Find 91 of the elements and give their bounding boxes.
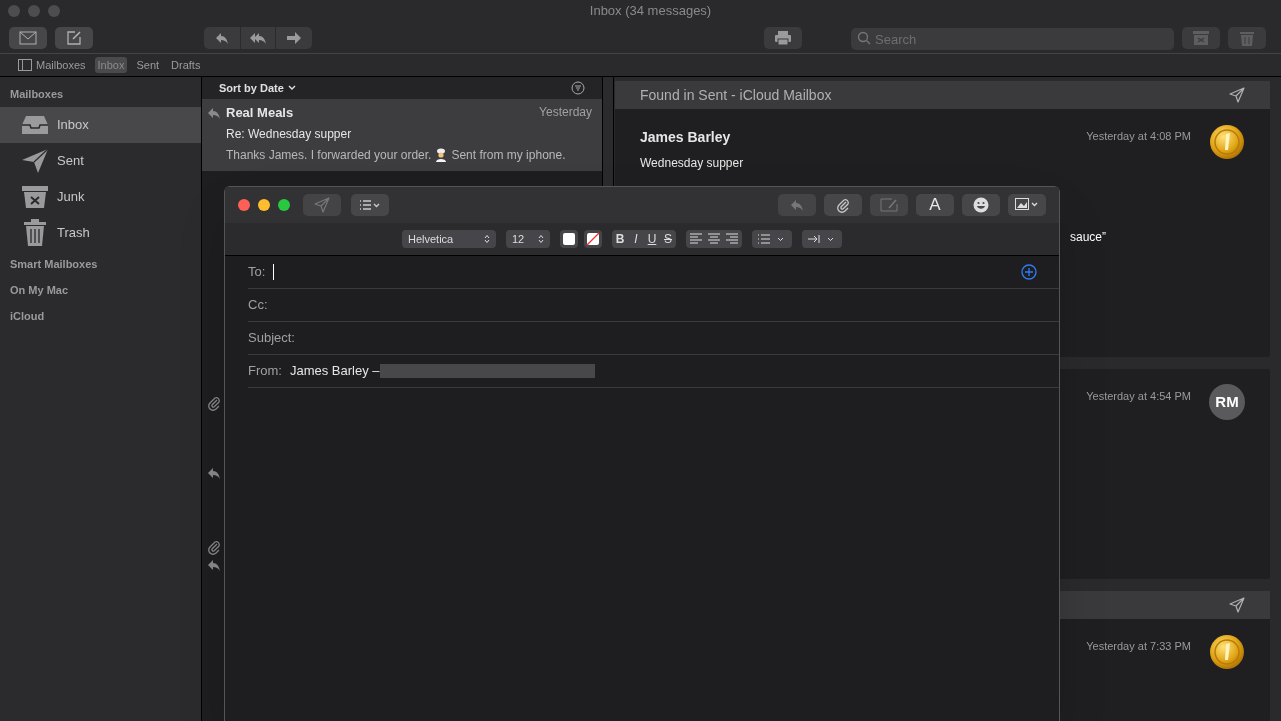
font-family-select[interactable]: Helvetica [402, 230, 496, 248]
sender-name: James Barley – [289, 362, 380, 381]
sidebar-section-title: On My Mac [9, 282, 70, 298]
compose-button[interactable] [55, 26, 93, 49]
close-button[interactable] [238, 199, 250, 211]
favorites-tab[interactable]: Sent [133, 57, 163, 73]
field-label: Subject: [248, 329, 295, 348]
message-date: Yesterday at 4:54 PM [1086, 389, 1191, 404]
message-date: Yesterday at 4:08 PM [1086, 129, 1191, 144]
avatar-badge-icon [1209, 634, 1245, 670]
message-date: Yesterday [539, 104, 592, 121]
text-style-button[interactable]: U [644, 230, 660, 248]
field-label: To: [248, 263, 266, 282]
message-body-text: sauce” [1069, 229, 1106, 246]
sidebar-item[interactable]: Sent [0, 143, 201, 179]
minimize-button[interactable] [258, 199, 270, 211]
message-preview: Sent from my iphone. [451, 146, 566, 164]
add-contact-icon[interactable] [1021, 264, 1037, 280]
sidebar-section-title: Smart Mailboxes [9, 256, 99, 272]
message-subject: Re: Wednesday supper [226, 125, 353, 143]
avatar: RM [1209, 384, 1245, 420]
zoom-button[interactable] [278, 199, 290, 211]
sidebar-toggle-icon [18, 59, 32, 71]
sidebar-item[interactable]: Inbox [0, 107, 201, 143]
sidebar-item[interactable]: Junk [0, 179, 201, 215]
forward-arrow-icon [286, 30, 302, 45]
paper-plane-icon [21, 148, 49, 174]
attach-button[interactable] [824, 194, 862, 216]
emoji-button[interactable] [962, 194, 1000, 216]
trash-icon [23, 219, 47, 247]
stepper-icon [484, 234, 490, 244]
card-header-title: Found in Sent - iCloud Mailbox [640, 85, 832, 105]
send-icon [1229, 597, 1245, 613]
compose-icon [66, 29, 82, 46]
stepper-icon [538, 234, 544, 244]
avatar-badge-icon [1209, 124, 1245, 160]
send-button[interactable] [303, 194, 341, 216]
photo-browser-button[interactable] [1008, 194, 1046, 216]
header-fields-button[interactable] [351, 194, 389, 216]
align-icon[interactable] [725, 233, 739, 245]
text-style-button[interactable]: S [660, 230, 676, 248]
favorites-tab[interactable]: Mailboxes [15, 57, 89, 73]
font-size-select[interactable]: 12 [506, 230, 550, 248]
printer-icon [774, 29, 792, 46]
archive-button[interactable] [1182, 26, 1220, 49]
sender-name: Real Meals [226, 104, 294, 122]
message-row[interactable]: Real Meals Yesterday Re: Wednesday supper Thanks James. I forwarded your order. Sent from my iphone. [202, 99, 602, 171]
trash-icon [1240, 29, 1254, 46]
text-style-button[interactable]: I [628, 230, 644, 248]
align-icon[interactable] [707, 233, 721, 245]
print-button[interactable] [764, 26, 802, 49]
reply-button[interactable] [778, 194, 816, 216]
message-subject: Wednesday supper [640, 155, 745, 172]
text-color-swatch[interactable] [560, 230, 578, 248]
sort-menu[interactable]: Sort by Date [219, 79, 296, 97]
field-label: From: [248, 362, 282, 381]
favorites-tab[interactable]: Drafts [168, 57, 204, 73]
envelope-icon [19, 30, 37, 45]
format-button[interactable]: A [916, 194, 954, 216]
inbox-tray-icon [21, 114, 49, 136]
sidebar-item[interactable]: Trash [0, 215, 201, 251]
smiley-icon [973, 197, 989, 213]
indent-select[interactable] [802, 230, 842, 248]
markup-icon [880, 198, 898, 212]
paperclip-icon [206, 395, 222, 411]
cook-icon [435, 147, 448, 162]
chevron-down-icon [287, 85, 296, 91]
message-date: Yesterday at 7:33 PM [1086, 639, 1191, 654]
sidebar-section-title: iCloud [9, 308, 46, 324]
send-icon [314, 197, 330, 213]
junk-bin-icon [21, 185, 49, 209]
message-preview: Thanks James. I forwarded your order. [226, 146, 432, 164]
paperclip-icon [835, 197, 851, 213]
search-icon [857, 30, 871, 45]
field-label: Cc: [248, 296, 268, 315]
send-icon [1229, 87, 1245, 103]
get-mail-button[interactable] [9, 26, 47, 49]
photos-icon [1015, 198, 1039, 212]
background-color-swatch[interactable] [584, 230, 602, 248]
text-style-button[interactable]: B [612, 230, 628, 248]
align-icon[interactable] [689, 233, 703, 245]
paperclip-icon [206, 539, 222, 555]
window-title: Inbox (34 messages) [588, 2, 713, 21]
archive-box-icon [1193, 30, 1209, 45]
list-style-select[interactable] [752, 230, 792, 248]
delete-button[interactable] [1228, 26, 1266, 49]
filter-icon[interactable] [571, 81, 585, 95]
sender-name: James Barley [640, 128, 732, 147]
list-icon [359, 199, 381, 211]
reply-all-button[interactable] [240, 26, 276, 49]
sidebar-section-title: Mailboxes [9, 86, 65, 102]
